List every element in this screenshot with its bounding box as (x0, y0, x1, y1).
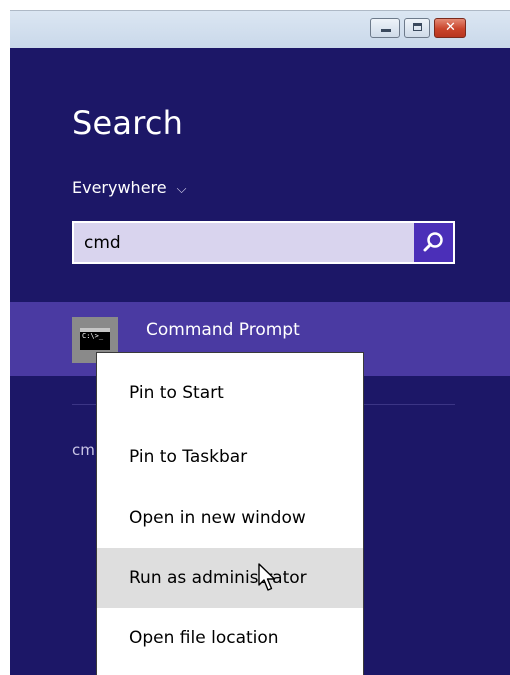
search-icon (423, 232, 443, 252)
search-button[interactable] (414, 223, 453, 262)
menu-item-open-file-location[interactable]: Open file location (97, 608, 363, 668)
close-button[interactable]: ✕ (434, 18, 466, 38)
context-menu: Pin to Start Pin to Taskbar Open in new … (96, 352, 364, 675)
minimize-icon (381, 29, 391, 32)
command-prompt-screen: C:\>_ (80, 328, 110, 350)
search-result-truncated[interactable]: cm (72, 441, 95, 459)
search-box (72, 221, 455, 264)
search-scope-label: Everywhere (72, 178, 167, 197)
search-scope-dropdown[interactable]: Everywhere ⌵ (72, 178, 186, 197)
close-icon: ✕ (445, 20, 456, 35)
panel-title: Search (72, 104, 184, 142)
search-input[interactable] (74, 223, 412, 262)
menu-item-pin-to-taskbar[interactable]: Pin to Taskbar (97, 427, 363, 487)
maximize-button[interactable] (404, 18, 430, 38)
maximize-icon (413, 23, 422, 31)
minimize-button[interactable] (370, 18, 400, 38)
arrow-cursor-icon (258, 563, 276, 591)
search-result-label: Command Prompt (146, 320, 300, 340)
menu-item-open-in-new-window[interactable]: Open in new window (97, 488, 363, 548)
menu-item-run-as-administrator[interactable]: Run as administrator (97, 548, 363, 608)
window-titlebar: ✕ (10, 10, 510, 49)
chevron-down-icon: ⌵ (176, 182, 187, 197)
menu-item-pin-to-start[interactable]: Pin to Start (97, 363, 363, 423)
